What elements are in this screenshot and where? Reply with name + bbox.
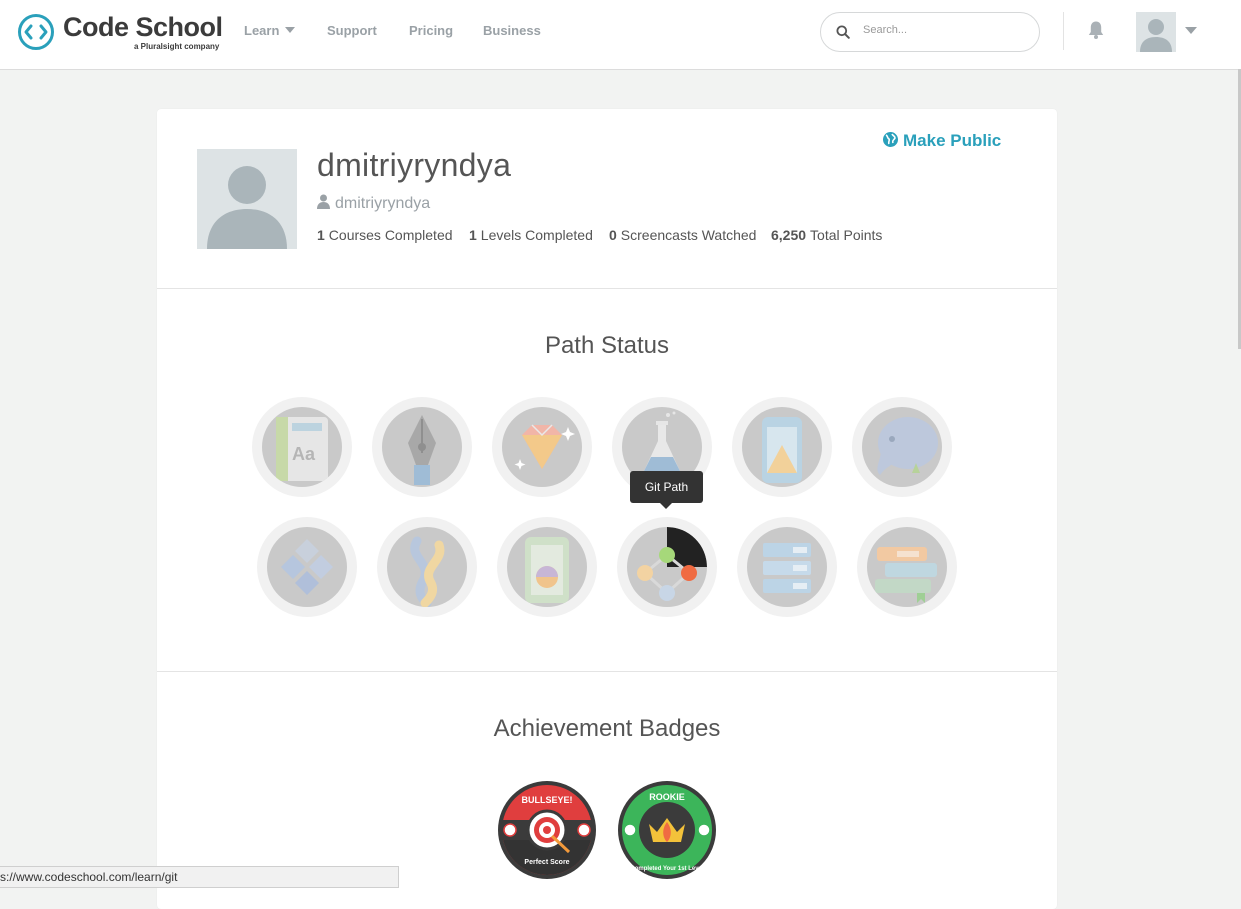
ruby-gem-path-icon <box>514 424 575 470</box>
android-device-path-icon <box>525 537 569 603</box>
badge-name: BULLSEYE! <box>521 795 572 805</box>
badge-name: ROOKIE <box>649 792 685 802</box>
path-badge-database[interactable] <box>737 517 837 617</box>
stat-label: Screencasts Watched <box>620 227 757 243</box>
search-box[interactable] <box>820 12 1040 52</box>
badge-rookie[interactable]: ROOKIE Completed Your 1st Level <box>617 780 717 880</box>
default-avatar-icon <box>207 166 287 249</box>
logo-title: Code School <box>63 12 223 42</box>
nav-business[interactable]: Business <box>483 23 541 38</box>
path-status-title: Path Status <box>544 332 670 359</box>
path-badge-books[interactable] <box>857 517 957 617</box>
section-divider <box>157 671 1057 672</box>
dotnet-diamonds-path-icon <box>281 539 333 595</box>
nav-pricing[interactable]: Pricing <box>409 23 453 38</box>
path-badge-php[interactable] <box>852 397 952 497</box>
bullseye-badge-icon: BULLSEYE! Perfect Score <box>498 781 596 879</box>
user-menu-chevron-down-icon[interactable] <box>1185 27 1197 34</box>
ios-device-path-icon <box>762 417 802 483</box>
badge-bullseye[interactable]: BULLSEYE! Perfect Score <box>497 780 597 880</box>
badge-caption: Completed Your 1st Level <box>630 866 703 872</box>
profile-card: dmitriyryndya dmitriyryndya 1 Courses Com… <box>157 109 1057 909</box>
stat-total-points: 6,250 Total Points <box>771 227 882 243</box>
logo-subtitle: a Pluralsight company <box>134 42 220 51</box>
bell-icon[interactable] <box>1087 20 1105 40</box>
top-navigation-bar: Code School a Pluralsight company Learn … <box>0 0 1241 70</box>
path-badge-ruby[interactable] <box>492 397 592 497</box>
default-avatar-icon <box>1140 19 1172 52</box>
rookie-badge-icon: ROOKIE Completed Your 1st Level <box>618 781 716 879</box>
search-input[interactable] <box>861 23 1025 37</box>
stat-screencasts-watched: 0 Screencasts Watched <box>609 227 756 243</box>
stat-value: 6,250 <box>771 227 807 243</box>
path-tooltip: Git Path <box>630 471 703 509</box>
stat-value: 1 <box>317 227 325 243</box>
design-pen-path-icon <box>408 415 436 485</box>
browser-status-bar: s://www.codeschool.com/learn/git <box>0 866 399 888</box>
make-public-link[interactable]: Make Public <box>882 131 1001 151</box>
stat-courses-completed: 1 Courses Completed <box>317 227 453 243</box>
badge-caption: Perfect Score <box>524 859 569 866</box>
stat-value: 1 <box>469 227 477 243</box>
stat-value: 0 <box>609 227 617 243</box>
stat-label: Total Points <box>810 227 883 243</box>
books-path-icon <box>875 547 937 603</box>
globe-icon <box>883 132 898 147</box>
html-css-path-icon: Aa <box>276 417 328 481</box>
stat-label: Levels Completed <box>480 227 593 243</box>
profile-avatar <box>197 149 297 249</box>
code-school-logo[interactable]: Code School a Pluralsight company <box>17 12 232 54</box>
make-public-label: Make Public <box>903 131 1002 150</box>
search-icon <box>836 25 850 39</box>
stat-levels-completed: 1 Levels Completed <box>469 227 593 243</box>
git-nodes-path-icon <box>637 527 707 601</box>
achievement-badges-title: Achievement Badges <box>493 715 721 742</box>
nav-support[interactable]: Support <box>327 23 377 38</box>
path-badge-git[interactable] <box>617 517 717 617</box>
code-school-logo-icon <box>18 14 54 50</box>
profile-username: dmitriyryndya <box>317 194 430 213</box>
profile-name: dmitriyryndya <box>317 147 512 183</box>
svg-text:Aa: Aa <box>292 444 316 464</box>
php-elephant-path-icon <box>877 417 938 475</box>
path-badge-android[interactable] <box>497 517 597 617</box>
header-divider <box>1063 12 1064 50</box>
user-icon <box>317 194 330 209</box>
user-avatar[interactable] <box>1136 12 1176 52</box>
section-divider <box>157 288 1057 289</box>
path-badge-dotnet[interactable] <box>257 517 357 617</box>
path-badge-ios[interactable] <box>732 397 832 497</box>
path-badge-html-css[interactable]: Aa <box>252 397 352 497</box>
chevron-down-icon <box>285 27 296 33</box>
path-badge-python[interactable] <box>377 517 477 617</box>
path-badge-design[interactable] <box>372 397 472 497</box>
nav-learn[interactable]: Learn <box>244 23 296 38</box>
python-snakes-path-icon <box>410 536 445 607</box>
username-text: dmitriyryndya <box>335 195 431 212</box>
database-server-path-icon <box>763 543 811 593</box>
stat-label: Courses Completed <box>328 227 453 243</box>
nav-learn-label: Learn <box>244 23 280 38</box>
